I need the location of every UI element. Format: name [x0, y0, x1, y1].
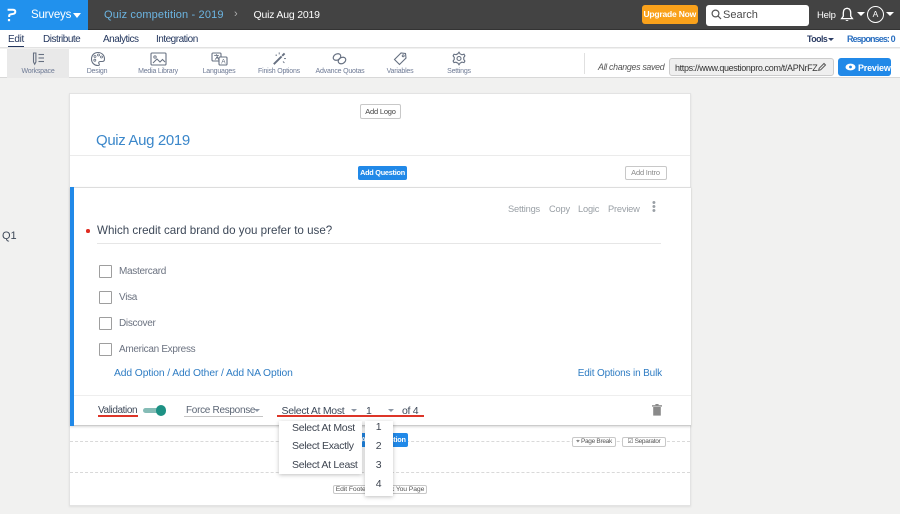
- svg-text:A: A: [221, 59, 226, 66]
